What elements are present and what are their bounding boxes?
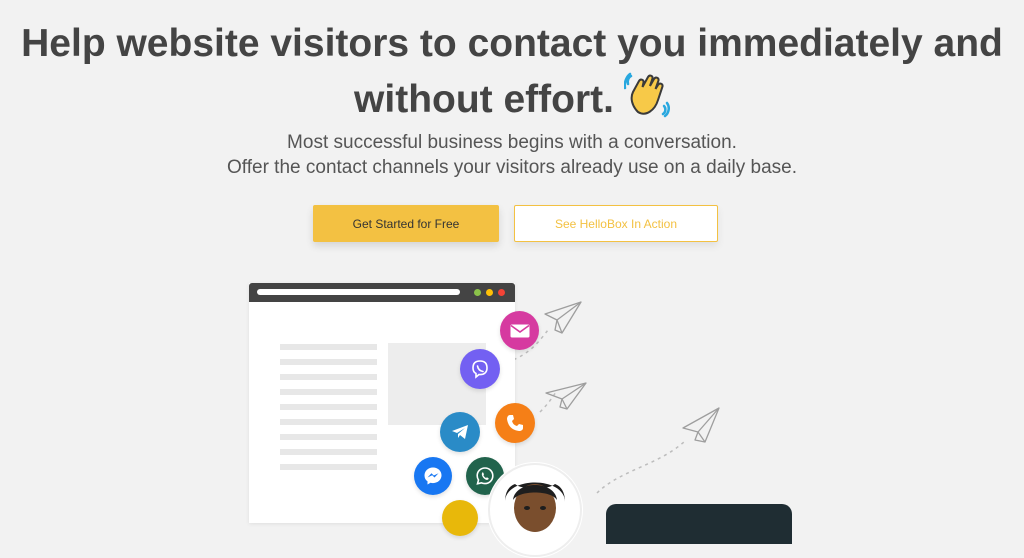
text-placeholder-line [280,374,377,380]
window-dot-green [474,289,481,296]
chat-widget-preview [606,504,792,544]
text-placeholder-line [280,434,377,440]
phone-channel-icon [495,403,535,443]
window-dot-yellow [486,289,493,296]
text-placeholder-line [280,449,377,455]
messenger-channel-icon [414,457,452,495]
window-dot-red [498,289,505,296]
text-placeholder-line [280,404,377,410]
text-placeholder-line [280,389,377,395]
paper-plane-icon [682,407,720,443]
text-placeholder-line [280,419,377,425]
additional-channel-icon [442,500,478,536]
text-placeholder-line [280,344,377,350]
text-placeholder-line [280,464,377,470]
browser-toolbar [249,283,515,302]
address-bar [257,289,460,295]
email-channel-icon [500,311,539,350]
paper-plane-icon [545,382,587,410]
telegram-channel-icon [440,412,480,452]
viber-channel-icon [460,349,500,389]
text-placeholder-line [280,359,377,365]
agent-avatar [487,462,583,558]
paper-plane-icon [544,301,582,334]
